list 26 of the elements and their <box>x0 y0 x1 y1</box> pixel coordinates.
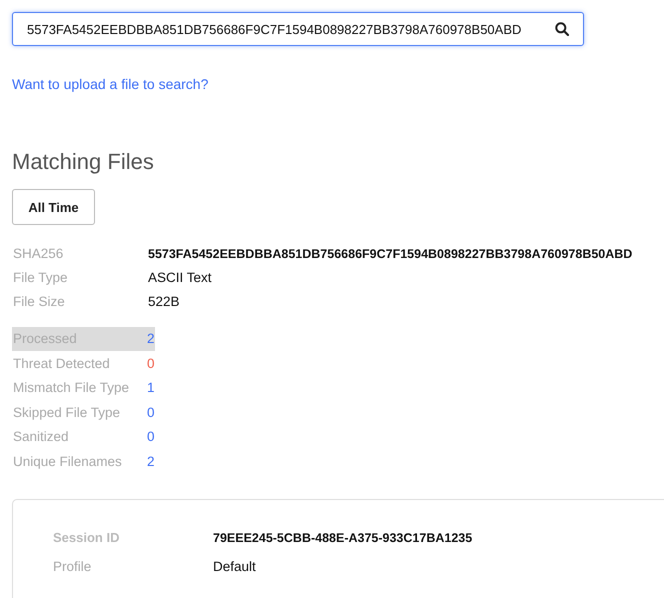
upload-link[interactable]: Want to upload a file to search? <box>12 76 208 92</box>
detail-label: File Type <box>12 269 69 287</box>
session-label: Session ID <box>53 528 120 546</box>
session-value: 79EEE245-5CBB-488E-A375-933C17BA1235 <box>213 530 474 546</box>
search-field[interactable]: 5573FA5452EEBDBBA851DB756686F9C7F1594B0898227BB3798A760978B50ABD <box>12 12 584 46</box>
stat-label: Threat Detected <box>12 354 111 372</box>
detail-value: 5573FA5452EEBDBBA851DB756686F9C7F1594B0898227BB3798A760978B50ABD <box>148 246 634 263</box>
detail-value: ASCII Text <box>148 269 213 287</box>
stat-label: Skipped File Type <box>12 404 122 422</box>
session-value: Default <box>213 558 257 576</box>
search-icon[interactable] <box>555 22 569 36</box>
detail-value: 522B <box>148 293 181 311</box>
section-heading: Matching Files <box>12 149 155 175</box>
stat-label: Unique Filenames <box>12 452 123 471</box>
stat-label: Mismatch File Type <box>12 379 130 397</box>
detail-label: SHA256 <box>12 245 64 263</box>
stat-count: 2 <box>147 327 155 351</box>
stat-count: 1 <box>147 379 155 397</box>
stat-count: 0 <box>147 354 155 372</box>
stat-count: 2 <box>147 452 155 470</box>
stat-count: 0 <box>147 404 155 422</box>
stat-label: Sanitized <box>12 428 70 446</box>
stat-count: 0 <box>147 428 155 446</box>
detail-label: File Size <box>12 293 66 311</box>
time-filter-button[interactable]: All Time <box>12 189 95 225</box>
session-label: Profile <box>53 558 92 576</box>
